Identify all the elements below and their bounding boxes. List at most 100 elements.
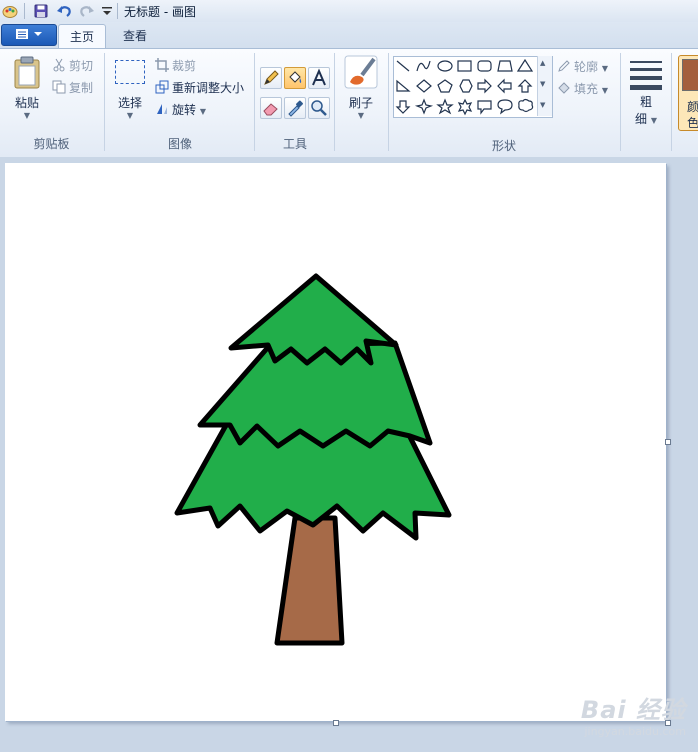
clipboard-group: 粘贴 ▼ 剪切 复制 剪贴板 (0, 49, 103, 155)
redo-icon[interactable] (79, 3, 95, 19)
brushes-button[interactable]: 刷子 (338, 94, 384, 111)
drawing-canvas[interactable] (5, 163, 666, 721)
fill-tool[interactable] (284, 67, 306, 89)
title-separator (117, 3, 118, 19)
eyedropper-icon (288, 100, 303, 117)
resize-label: 重新调整大小 (172, 81, 245, 95)
text-tool[interactable] (308, 67, 330, 89)
copy-button[interactable]: 复制 (52, 79, 93, 96)
triangle-shape-icon (516, 58, 534, 72)
tools-group-label: 工具 (282, 137, 307, 151)
up-arrow-shape-icon (517, 79, 533, 93)
tree-drawing (174, 273, 452, 646)
paste-button[interactable]: 粘贴 (8, 94, 46, 111)
save-icon[interactable] (33, 3, 49, 19)
magnifier-tool[interactable] (308, 97, 330, 119)
shapes-gallery-scrollbar[interactable]: ▲ ▼ ▼ (537, 56, 552, 116)
window-title: 无标题 - 画图 (124, 5, 196, 19)
paste-dropdown-arrow[interactable]: ▼ (8, 111, 46, 120)
oval-callout-shape-icon (497, 99, 513, 115)
color-picker-tool[interactable] (284, 97, 306, 119)
eraser-tool[interactable] (260, 97, 282, 119)
cut-button[interactable]: 剪切 (52, 57, 93, 74)
fill-dropdown-arrow[interactable]: ▼ (602, 86, 608, 95)
tab-view[interactable]: 查看 (112, 24, 158, 48)
down-arrow-shape-icon (395, 100, 411, 114)
scroll-up-icon[interactable]: ▲ (540, 59, 545, 67)
tab-home[interactable]: 主页 (58, 24, 106, 49)
tree-trunk (274, 515, 345, 646)
six-point-star-shape-icon (457, 98, 473, 116)
group-separator (334, 53, 335, 151)
magnifier-icon (311, 100, 327, 116)
size-dropdown-arrow[interactable]: ▼ (651, 116, 657, 125)
tools-group: 工具 (256, 49, 334, 155)
brushes-group: 刷子 ▼ (336, 49, 386, 155)
four-point-star-shape-icon (414, 98, 434, 115)
crop-button[interactable]: 裁剪 (155, 57, 196, 74)
group-separator (388, 53, 389, 151)
oval-shape-icon (437, 60, 453, 72)
size-label-line2: 细 (635, 112, 648, 126)
canvas-resize-handle-right[interactable] (665, 439, 671, 445)
size-lines-icon[interactable] (630, 59, 662, 91)
text-icon (312, 68, 326, 86)
outline-dropdown-arrow[interactable]: ▼ (602, 64, 608, 73)
group-separator (671, 53, 672, 151)
watermark-main: Bai 经验 (580, 696, 686, 724)
image-group-label: 图像 (167, 137, 192, 151)
select-icon[interactable] (115, 60, 145, 84)
customize-dropdown-icon[interactable] (99, 3, 115, 19)
select-button[interactable]: 选择 (112, 94, 148, 111)
cut-label: 剪切 (69, 59, 94, 73)
brushes-dropdown-arrow[interactable]: ▼ (338, 111, 384, 120)
right-arrow-shape-icon (477, 78, 492, 94)
rotate-button[interactable]: 旋转 ▼ (155, 101, 206, 118)
curve-shape-icon (416, 60, 431, 72)
scissors-icon (53, 58, 65, 72)
group-separator (620, 53, 621, 151)
clipboard-group-label: 剪贴板 (33, 137, 70, 151)
resize-icon (155, 80, 169, 94)
fill-label: 填充 (574, 82, 599, 96)
watermark-sub: jingyan.baidu.com (584, 725, 686, 738)
resize-button[interactable]: 重新调整大小 (155, 79, 244, 96)
size-label-line1[interactable]: 粗 (628, 93, 664, 110)
paste-icon[interactable] (13, 56, 41, 90)
rotate-icon (157, 104, 167, 114)
outline-button[interactable]: 轮廓 ▼ (557, 58, 608, 75)
diamond-shape-icon (416, 79, 432, 93)
group-separator (254, 53, 255, 151)
select-dropdown-arrow[interactable]: ▼ (112, 111, 148, 120)
shapes-gallery[interactable] (393, 56, 553, 118)
shapes-gallery-icons (395, 58, 534, 116)
hexagon-shape-icon (459, 79, 473, 93)
shapes-group-label: 形状 (491, 139, 516, 153)
eraser-icon (263, 103, 278, 116)
rotate-dropdown-arrow[interactable]: ▼ (200, 107, 206, 116)
rectangular-callout-shape-icon (477, 100, 492, 115)
size-button[interactable]: 细 ▼ (628, 110, 664, 127)
image-group: 选择 ▼ 裁剪 重新调整大小 旋转 ▼ 图像 (106, 49, 254, 155)
crop-label: 裁剪 (172, 59, 197, 73)
paint-menu-button[interactable] (1, 24, 57, 46)
fill-button[interactable]: 填充 ▼ (557, 80, 608, 97)
color1-swatch (682, 59, 698, 91)
undo-icon[interactable] (56, 3, 72, 19)
color1-button[interactable]: 颜 色 (678, 55, 698, 131)
canvas-resize-handle-bottom[interactable] (333, 720, 339, 726)
outline-label: 轮廓 (574, 60, 599, 74)
pentagon-shape-icon (437, 79, 453, 93)
five-point-star-shape-icon (436, 98, 454, 115)
gallery-expand-icon[interactable]: ▼ (540, 101, 545, 109)
menu-icon (16, 29, 42, 39)
pencil-tool[interactable] (260, 67, 282, 89)
color1-label-line2: 色 (687, 116, 698, 130)
rounded-rectangle-shape-icon (477, 60, 492, 72)
brush-icon[interactable] (344, 55, 378, 89)
left-arrow-shape-icon (497, 78, 512, 94)
paint-app-icon[interactable] (2, 3, 18, 19)
outline-pencil-icon (558, 60, 570, 72)
line-shape-icon (396, 60, 410, 72)
scroll-down-icon[interactable]: ▼ (540, 80, 545, 88)
